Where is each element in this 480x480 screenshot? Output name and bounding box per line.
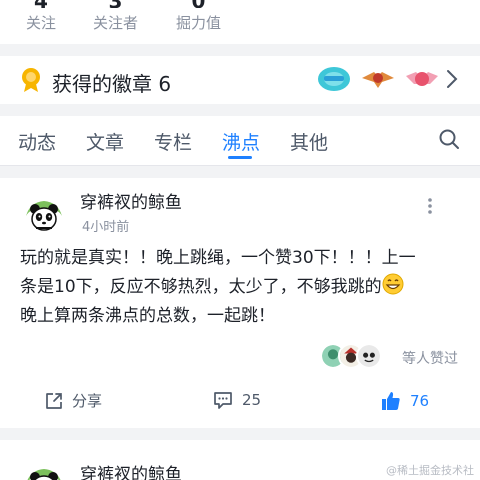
badges-row[interactable]: 获得的徽章 6 [0, 56, 480, 104]
medal-icon [22, 68, 40, 92]
post-content-line-3: 晚上算两条沸点的总数，一起跳！ [20, 306, 275, 326]
comment-button[interactable]: 25 [212, 390, 261, 410]
post-time: 4小时前 [82, 220, 130, 235]
badge-thumb-1 [318, 67, 350, 91]
active-tab-indicator [228, 156, 252, 159]
thumbs-up-icon [382, 392, 400, 410]
avatar[interactable] [22, 460, 66, 480]
badge-thumb-2 [362, 72, 394, 88]
tab-articles[interactable]: 文章 [86, 128, 124, 155]
search-icon[interactable] [438, 128, 460, 150]
watermark: @稀土掘金技术社区 [386, 464, 474, 477]
share-button[interactable]: 分享 [44, 390, 102, 411]
followers-label: 关注者 [93, 14, 139, 32]
post-content-line-2: 条是10下，反应不够热烈，太少了，不够我跳的 [20, 277, 382, 297]
tab-other[interactable]: 其他 [290, 128, 328, 155]
profile-stats: 4 关注 3 关注者 0 掘力值 [0, 0, 480, 44]
juejin-power-count: 0 [176, 0, 221, 8]
comment-count: 25 [242, 391, 262, 409]
post-content[interactable]: 玩的就是真实！！晚上跳绳，一个赞30下！！！上一 条是10下，反应不够热烈，太少… [20, 244, 470, 331]
more-options-icon[interactable] [424, 196, 436, 216]
liker-avatar-3 [356, 343, 382, 369]
author-name[interactable]: 穿裤衩的鲸鱼 [80, 188, 182, 213]
like-count: 76 [410, 392, 430, 410]
pin-post: 穿裤衩的鲸鱼 4小时前 玩的就是真实！！晚上跳绳，一个赞30下！！！上一 条是1… [0, 178, 480, 428]
badges-label: 获得的徽章 6 [52, 72, 172, 96]
likers-label[interactable]: 等人赞过 [402, 348, 458, 368]
following-stat[interactable]: 4 关注 [26, 0, 56, 33]
following-count: 4 [26, 0, 56, 8]
tab-columns[interactable]: 专栏 [154, 128, 192, 155]
like-button[interactable]: 76 [380, 390, 429, 412]
share-icon [46, 392, 62, 409]
post-content-line-1: 玩的就是真实！！晚上跳绳，一个赞30下！！！上一 [20, 248, 416, 268]
liker-avatars[interactable] [320, 343, 382, 371]
profile-tabs: 动态 文章 专栏 沸点 其他 [0, 116, 480, 166]
author-name[interactable]: 穿裤衩的鲸鱼 [80, 460, 182, 480]
comment-icon [214, 392, 232, 409]
tab-pins[interactable]: 沸点 [222, 128, 260, 155]
following-label: 关注 [26, 14, 57, 32]
tab-activity[interactable]: 动态 [18, 128, 56, 155]
followers-count: 3 [93, 0, 138, 8]
chevron-right-icon [447, 70, 458, 88]
badge-thumb-3 [406, 72, 438, 86]
share-label: 分享 [72, 392, 103, 410]
avatar[interactable] [22, 192, 66, 236]
grinning-emoji-icon [382, 273, 404, 295]
badge-thumbnails [316, 64, 440, 94]
post-actions: 分享 25 76 [0, 390, 480, 420]
juejin-power-stat[interactable]: 0 掘力值 [176, 0, 221, 33]
juejin-power-label: 掘力值 [176, 14, 222, 32]
post-content-line-2-wrap: 条是10下，反应不够热烈，太少了，不够我跳的 [20, 273, 470, 302]
followers-stat[interactable]: 3 关注者 [93, 0, 138, 33]
